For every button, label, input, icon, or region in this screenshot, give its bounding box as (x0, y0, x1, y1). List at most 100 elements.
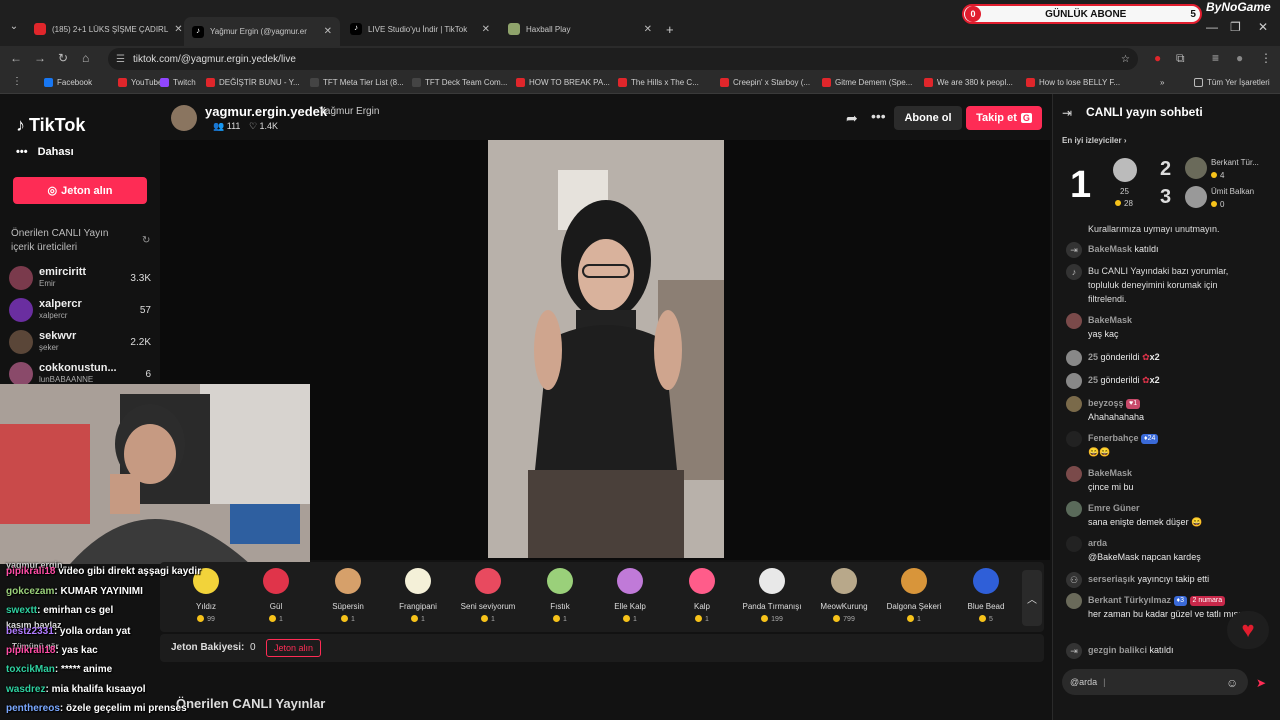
page-icon (412, 78, 421, 87)
avatar[interactable] (1066, 350, 1082, 366)
coin-icon (553, 615, 561, 622)
bookmarks-overflow-icon[interactable]: » (1160, 78, 1164, 87)
coin-balance-value: 0 (250, 642, 256, 653)
level-badge: ♦24 (1141, 434, 1159, 444)
avatar[interactable] (1066, 373, 1082, 389)
share-icon[interactable]: ➦ (846, 110, 858, 127)
haxball-icon (508, 23, 520, 35)
close-tab-icon[interactable]: ✕ (174, 24, 182, 35)
close-tab-icon[interactable]: ✕ (482, 24, 490, 35)
gift-expand-button[interactable]: ︿ (1022, 570, 1042, 626)
chevron-up-icon: ︿ (1027, 594, 1037, 606)
rose-icon: ✿ (1142, 352, 1150, 362)
avatar[interactable] (1066, 501, 1082, 517)
collapse-chat-icon[interactable]: ⇥ (1062, 106, 1072, 120)
twitch-chat-line: penthereos: özele geçelim mi prenses (6, 703, 187, 714)
bookmark-item[interactable]: TFT Deck Team Com... (412, 78, 507, 87)
forward-icon[interactable]: → (34, 51, 46, 65)
bookmark-item[interactable]: DEĞİŞTİR BUNU - Y... (206, 78, 300, 87)
avatar[interactable] (1185, 157, 1207, 179)
streamer-avatar[interactable] (171, 105, 197, 131)
more-menu[interactable]: ••• Dahası (16, 146, 74, 158)
gift-meowkurung[interactable]: MeowKurung 799 (812, 568, 876, 623)
bookmark-item[interactable]: HOW TO BREAK PA... (516, 78, 610, 87)
cat-icon (335, 568, 361, 594)
bookmark-item[interactable]: Gitme Demem (Spe... (822, 78, 912, 87)
back-icon[interactable]: ← (10, 51, 22, 65)
url-bar[interactable]: ☰ tiktok.com/@yagmur.ergin.yedek/live ☆ (108, 48, 1138, 70)
bookmark-item[interactable]: We are 380 k peopl... (924, 78, 1013, 87)
tab-youtube[interactable]: (185) 2+1 LÜKS ŞİŞME ÇADIRL ✕ (26, 17, 182, 41)
subscribe-button[interactable]: Abone ol (894, 106, 962, 130)
get-coins-small-button[interactable]: Jeton alın (266, 639, 321, 657)
send-icon[interactable]: ➤ (1256, 676, 1266, 690)
gift-panda-tirmanisi[interactable]: Panda Tırmanışı 199 (740, 568, 804, 623)
suggested-creator[interactable]: xalpercr xalpercr 57 (9, 296, 151, 324)
avatar[interactable] (1066, 431, 1082, 447)
new-tab-button[interactable]: + (666, 22, 674, 37)
tab-search-icon[interactable]: ⌄ (6, 21, 22, 37)
refresh-icon[interactable]: ↻ (142, 235, 150, 246)
avatar[interactable] (1185, 186, 1207, 208)
top-viewer-coins: 0 (1211, 200, 1224, 209)
gift-supersin[interactable]: Süpersin 1 (316, 568, 380, 623)
all-bookmarks[interactable]: Tüm Yer İşaretleri (1194, 78, 1270, 87)
live-video[interactable] (488, 140, 724, 558)
avatar[interactable] (1066, 466, 1082, 482)
gift-blue-bead[interactable]: Blue Bead 5 (954, 568, 1018, 623)
menu-icon[interactable]: ⋮ (1260, 51, 1272, 65)
bookmark-twitch[interactable]: Twitch (160, 78, 196, 87)
bookmark-item[interactable]: TFT Meta Tier List (8... (310, 78, 404, 87)
tiktok-logo[interactable]: ♪ TikTok (16, 115, 85, 136)
bookmark-youtube[interactable]: YouTube (118, 78, 162, 87)
emoji-icon[interactable]: ☺ (1226, 676, 1238, 690)
gift-seni-seviyorum[interactable]: Seni seviyorum 1 (456, 568, 520, 623)
avatar[interactable] (1066, 313, 1082, 329)
bookmark-item[interactable]: The Hills x The C... (618, 78, 699, 87)
apps-icon[interactable]: ⋮ (12, 76, 22, 87)
chat-title: CANLI yayın sohbeti (1086, 105, 1203, 119)
home-icon[interactable]: ⌂ (82, 51, 89, 65)
avatar[interactable] (1066, 396, 1082, 412)
flower-icon (405, 568, 431, 594)
gift-elle-kalp[interactable]: Elle Kalp 1 (598, 568, 662, 623)
profile-icon[interactable]: ● (1236, 51, 1243, 65)
bookmark-item[interactable]: Creepin' x Starboy (... (720, 78, 810, 87)
tab-tiktok-active[interactable]: ♪ Yağmur Ergin (@yagmur.er ✕ (184, 17, 340, 46)
extensions-icon[interactable]: ⧉ (1176, 51, 1185, 66)
avatar[interactable] (1113, 158, 1137, 182)
tab-haxball[interactable]: Haxball Play ✕ (500, 17, 660, 41)
reload-icon[interactable]: ↻ (58, 51, 68, 65)
media-icon[interactable]: ≡ (1212, 51, 1219, 65)
get-coins-button[interactable]: ◎ Jeton alın (13, 177, 147, 204)
streamer-username[interactable]: yagmur.ergin.yedek (205, 104, 327, 119)
follow-button[interactable]: Takip et G (966, 106, 1042, 130)
bookmark-facebook[interactable]: Facebook (44, 78, 92, 87)
suggested-creator[interactable]: emirciritt Emir 3.3K (9, 264, 151, 292)
extension-icon[interactable]: ● (1154, 51, 1161, 65)
site-info-icon[interactable]: ☰ (116, 54, 125, 65)
close-tab-icon[interactable]: ✕ (644, 24, 652, 35)
gift-gul[interactable]: Gül 1 (244, 568, 308, 623)
coin-icon (833, 615, 841, 622)
more-options-icon[interactable]: ••• (871, 108, 886, 124)
chat-input[interactable]: @arda | (1062, 669, 1248, 695)
minimize-icon[interactable]: — (1206, 20, 1218, 34)
gift-fistik[interactable]: Fıstık 1 (528, 568, 592, 623)
gift-dalgona-sekeri[interactable]: Dalgona Şekeri 1 (882, 568, 946, 623)
gift-frangipani[interactable]: Frangipani 1 (386, 568, 450, 623)
like-heart-button[interactable]: ♥ (1227, 611, 1269, 649)
bookmark-star-icon[interactable]: ☆ (1121, 54, 1130, 65)
avatar[interactable] (1066, 536, 1082, 552)
close-tab-icon[interactable]: ✕ (324, 26, 332, 37)
bookmark-item[interactable]: How to lose BELLY F... (1026, 78, 1120, 87)
suggested-creator[interactable]: sekwvr şeker 2.2K (9, 328, 151, 356)
tab-live-studio[interactable]: ♪ LIVE Studio'yu İndir | TikTok ✕ (342, 17, 498, 41)
heart-icon: ♥ (1241, 617, 1255, 642)
close-window-icon[interactable]: ✕ (1258, 20, 1268, 34)
coin-icon (695, 615, 703, 622)
maximize-icon[interactable]: ❐ (1230, 20, 1241, 34)
top-viewers-label[interactable]: En iyi izleyiciler › (1062, 136, 1127, 145)
avatar[interactable] (1066, 593, 1082, 609)
gift-kalp[interactable]: Kalp 1 (670, 568, 734, 623)
